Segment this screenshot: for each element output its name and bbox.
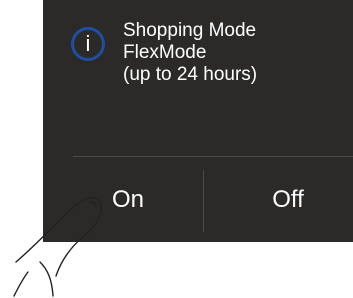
vertical-divider	[203, 170, 204, 232]
on-button[interactable]: On	[73, 170, 183, 230]
info-icon-glyph: i	[85, 31, 91, 56]
message-line-3: (up to 24 hours)	[123, 64, 258, 85]
info-icon: i	[71, 27, 105, 61]
hand-lower-line	[39, 261, 54, 297]
hand-left-line	[13, 271, 29, 297]
shopping-mode-dialog: i Shopping Mode FlexMode (up to 24 hours…	[43, 0, 353, 242]
dialog-message: Shopping Mode FlexMode (up to 24 hours)	[123, 20, 257, 86]
off-button[interactable]: Off	[223, 170, 353, 230]
message-line-2: FlexMode	[123, 42, 207, 63]
horizontal-divider	[73, 156, 353, 157]
message-line-1: Shopping Mode	[123, 20, 257, 41]
